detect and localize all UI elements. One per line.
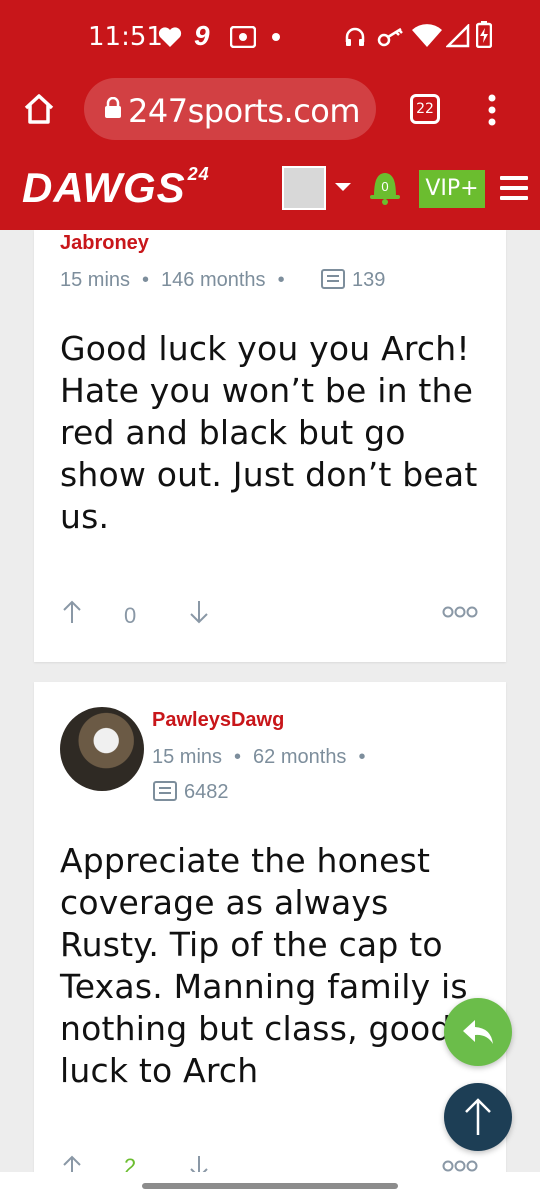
notification-count: 0 <box>381 179 388 194</box>
radio-icon <box>230 26 256 48</box>
reply-icon <box>463 1020 493 1044</box>
more-options-icon[interactable] <box>442 605 478 619</box>
reply-button[interactable] <box>444 998 512 1066</box>
post-meta: 15 mins • 146 months • <box>60 269 285 291</box>
battery-charging-icon <box>476 21 492 48</box>
upvote-icon[interactable] <box>61 599 83 625</box>
membership-length: 62 months <box>253 746 347 768</box>
home-icon[interactable] <box>22 92 56 126</box>
heart-icon <box>158 27 182 47</box>
logo-suffix: 24 <box>187 164 210 184</box>
membership-length: 146 months <box>161 269 266 291</box>
wifi-icon <box>412 24 442 47</box>
lock-icon <box>105 97 121 118</box>
username-link[interactable]: PawleysDawg <box>152 709 284 732</box>
browser-toolbar: 247sports.com 22 <box>0 70 540 150</box>
chevron-down-icon[interactable] <box>335 183 351 191</box>
post-meta: 15 mins • 62 months • <box>152 746 366 768</box>
nine-app-icon: 9 <box>194 20 210 51</box>
vip-button[interactable]: VIP+ <box>419 170 485 208</box>
post-count-icon <box>153 781 177 801</box>
post-time: 15 mins <box>60 269 131 291</box>
scroll-to-top-button[interactable] <box>444 1083 512 1151</box>
post-count: 6482 <box>184 781 229 803</box>
avatar[interactable] <box>60 707 144 791</box>
user-avatar[interactable] <box>282 166 326 210</box>
tab-switcher-button[interactable]: 22 <box>410 94 440 124</box>
headset-icon <box>345 27 365 46</box>
comment-body: Appreciate the honest coverage as always… <box>60 841 468 1090</box>
arrow-up-icon <box>465 1098 491 1135</box>
gesture-handle[interactable] <box>142 1183 398 1189</box>
url-text[interactable]: 247sports.com <box>128 92 361 130</box>
dot-icon <box>272 33 280 41</box>
key-icon <box>377 27 403 47</box>
signal-icon <box>446 24 470 48</box>
system-nav-bar <box>0 1172 540 1200</box>
logo-text: DAWGS <box>22 164 186 211</box>
site-logo[interactable]: DAWGS 24 <box>22 164 210 212</box>
status-bar: 11:51 9 <box>0 0 540 70</box>
vote-count: 0 <box>124 603 137 628</box>
more-options-icon[interactable] <box>442 1159 478 1173</box>
notification-bell-icon[interactable]: 0 <box>366 166 404 206</box>
post-time: 15 mins <box>152 746 223 768</box>
hamburger-menu-icon[interactable] <box>500 176 528 206</box>
status-time: 11:51 <box>88 22 163 52</box>
comment-body: Good luck you you Arch! Hate you won’t b… <box>60 329 478 536</box>
post-count: 139 <box>352 269 386 291</box>
downvote-icon[interactable] <box>188 599 210 625</box>
username-link[interactable]: Jabroney <box>60 232 149 255</box>
downvote-icon[interactable] <box>188 1154 210 1172</box>
post-count-icon <box>321 269 345 289</box>
upvote-icon[interactable] <box>61 1154 83 1172</box>
more-vert-icon[interactable] <box>486 94 498 126</box>
